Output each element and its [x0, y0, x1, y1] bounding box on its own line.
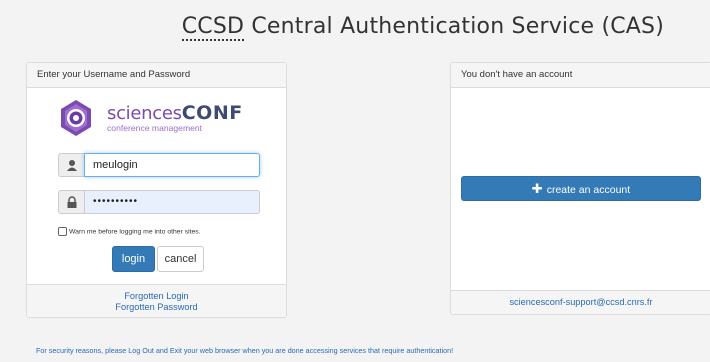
create-account-label: create an account	[546, 184, 631, 196]
page-title-text: Central Authentication Service (CAS)	[244, 14, 664, 39]
account-panel-footer: sciencesconf-support@ccsd.cnrs.fr	[451, 290, 710, 314]
ccsd-abbreviation: CCSD	[181, 14, 245, 41]
plus-icon: ✚	[531, 181, 543, 196]
sciencesconf-logo-icon	[61, 100, 91, 136]
warn-option: Warn me before logging me into other sit…	[58, 227, 201, 236]
password-row: ••••••••••	[58, 190, 260, 214]
account-panel-heading: You don't have an account	[451, 63, 710, 88]
sciencesconf-logo: sciencesCONF conference management	[57, 99, 267, 139]
page-title: CCSD Central Authentication Service (CAS…	[0, 14, 710, 41]
warn-label: Warn me before logging me into other sit…	[69, 228, 201, 236]
account-panel: You don't have an account ✚ create an acc…	[450, 62, 710, 315]
logo-text-conf: CONF	[181, 102, 243, 124]
login-panel: Enter your Username and Password science…	[26, 62, 287, 318]
logo-wordmark: sciencesCONF	[107, 102, 243, 124]
user-icon	[58, 153, 84, 177]
lock-icon	[58, 190, 84, 214]
forgotten-password-link[interactable]: Forgotten Password	[27, 302, 286, 313]
username-row: meulogin	[58, 153, 260, 177]
login-panel-heading: Enter your Username and Password	[27, 63, 286, 88]
warn-checkbox[interactable]	[58, 227, 67, 236]
login-button[interactable]: login	[112, 246, 155, 272]
forgotten-login-link[interactable]: Forgotten Login	[27, 291, 286, 302]
cancel-button[interactable]: cancel	[157, 246, 204, 272]
support-email-link[interactable]: sciencesconf-support@ccsd.cnrs.fr	[451, 291, 710, 314]
security-note: For security reasons, please Log Out and…	[36, 346, 454, 355]
username-field[interactable]: meulogin	[84, 153, 260, 177]
logo-text-sciences: sciences	[107, 103, 182, 124]
create-account-button[interactable]: ✚ create an account	[461, 176, 701, 201]
password-field[interactable]: ••••••••••	[84, 190, 260, 214]
login-panel-footer: Forgotten Login Forgotten Password	[27, 284, 286, 317]
logo-subtitle: conference management	[107, 123, 203, 133]
